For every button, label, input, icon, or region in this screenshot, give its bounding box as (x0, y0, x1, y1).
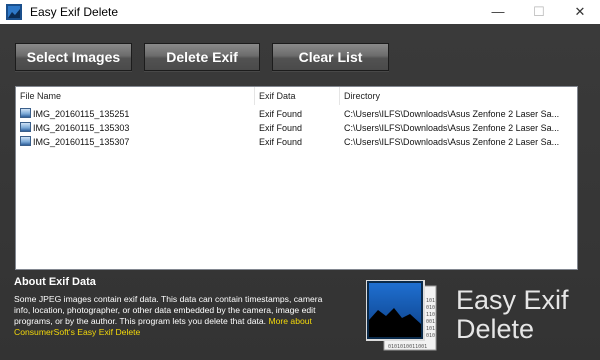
logo-text: Easy Exif Delete (456, 286, 569, 344)
directory-cell: C:\Users\ILFS\Downloads\Asus Zenfone 2 L… (344, 123, 560, 133)
maximize-button[interactable]: ☐ (519, 0, 559, 24)
svg-text:010: 010 (426, 305, 435, 311)
image-file-icon (20, 136, 31, 146)
file-name-text: IMG_20160115_135307 (33, 137, 130, 147)
svg-text:110: 110 (426, 312, 435, 318)
close-button[interactable]: ✕ (560, 0, 600, 24)
logo-image-icon: 101010110 001101010 0101010011001 (366, 280, 437, 351)
file-name-text: IMG_20160115_135303 (33, 123, 130, 133)
logo-line-2: Delete (456, 314, 535, 344)
minimize-button[interactable]: — (478, 0, 518, 24)
image-file-icon (20, 122, 31, 132)
clear-list-button[interactable]: Clear List (272, 43, 389, 71)
column-header-file-name[interactable]: File Name (16, 87, 255, 105)
svg-text:101: 101 (426, 298, 435, 304)
directory-cell: C:\Users\ILFS\Downloads\Asus Zenfone 2 L… (344, 137, 560, 147)
delete-exif-button[interactable]: Delete Exif (144, 43, 260, 71)
app-icon (6, 4, 22, 20)
file-name-cell: IMG_20160115_135303 (20, 121, 253, 135)
table-row[interactable]: IMG_20160115_135303 Exif Found C:\Users\… (16, 121, 577, 135)
column-header-directory[interactable]: Directory (340, 87, 577, 105)
svg-text:101: 101 (426, 326, 435, 332)
file-name-text: IMG_20160115_135251 (33, 109, 130, 119)
image-file-icon (20, 108, 31, 118)
svg-text:010: 010 (426, 333, 435, 339)
about-description: Some JPEG images contain exif data. This… (14, 294, 324, 338)
title-bar: Easy Exif Delete — ☐ ✕ (0, 0, 600, 24)
directory-cell: C:\Users\ILFS\Downloads\Asus Zenfone 2 L… (344, 109, 560, 119)
file-list[interactable]: File Name Exif Data Directory IMG_201601… (15, 86, 578, 270)
table-row[interactable]: IMG_20160115_135307 Exif Found C:\Users\… (16, 135, 577, 149)
window-title: Easy Exif Delete (30, 5, 119, 19)
file-name-cell: IMG_20160115_135307 (20, 135, 253, 149)
exif-status-cell: Exif Found (259, 109, 303, 119)
select-images-button[interactable]: Select Images (15, 43, 132, 71)
svg-text:001: 001 (426, 319, 435, 325)
logo-binary: 0101010011001 (388, 344, 427, 350)
column-header-exif-data[interactable]: Exif Data (255, 87, 340, 105)
file-name-cell: IMG_20160115_135251 (20, 107, 253, 121)
exif-status-cell: Exif Found (259, 123, 303, 133)
logo-line-1: Easy Exif (456, 285, 569, 315)
about-heading: About Exif Data (14, 276, 96, 288)
list-header: File Name Exif Data Directory (16, 87, 577, 105)
exif-status-cell: Exif Found (259, 137, 303, 147)
table-row[interactable]: IMG_20160115_135251 Exif Found C:\Users\… (16, 107, 577, 121)
